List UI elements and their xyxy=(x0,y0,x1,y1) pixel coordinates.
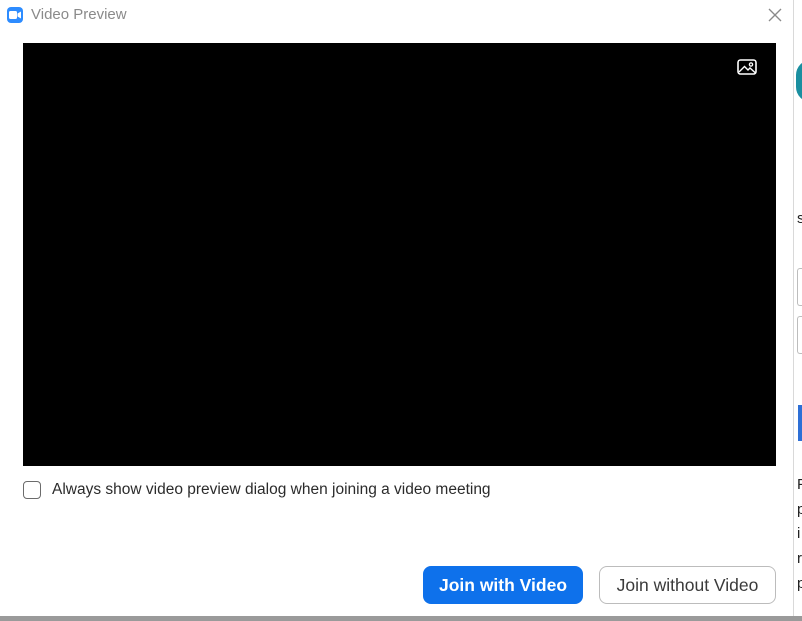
background-avatar-fragment xyxy=(796,60,802,102)
background-app-edge: s F p i r p xyxy=(794,0,802,621)
background-text-fragment: i xyxy=(797,525,801,542)
always-show-preview-label[interactable]: Always show video preview dialog when jo… xyxy=(52,481,491,499)
join-without-video-button[interactable]: Join without Video xyxy=(599,566,776,604)
join-with-video-button[interactable]: Join with Video xyxy=(423,566,583,604)
close-button[interactable] xyxy=(762,3,788,27)
title-bar: Video Preview xyxy=(0,0,794,30)
video-preview xyxy=(23,43,776,466)
background-text-fragment: s xyxy=(797,210,802,227)
window-title: Video Preview xyxy=(31,6,127,23)
video-preview-dialog: Video Preview Always show video preview … xyxy=(0,0,794,616)
background-taskbar-edge xyxy=(0,616,802,621)
background-text-fragment: p xyxy=(797,501,802,518)
always-show-preview-checkbox[interactable] xyxy=(23,481,41,499)
background-text-fragment: F xyxy=(797,476,802,493)
background-input-fragment xyxy=(797,268,802,306)
background-text-fragment: r xyxy=(797,550,802,567)
virtual-background-button[interactable] xyxy=(736,58,760,78)
always-show-preview-row: Always show video preview dialog when jo… xyxy=(23,479,491,501)
background-button-fragment xyxy=(798,405,802,441)
close-icon xyxy=(768,8,782,22)
background-input-fragment xyxy=(797,316,802,354)
background-text-fragment: p xyxy=(797,575,802,592)
virtual-background-icon xyxy=(737,59,757,75)
zoom-camera-icon xyxy=(7,7,23,23)
